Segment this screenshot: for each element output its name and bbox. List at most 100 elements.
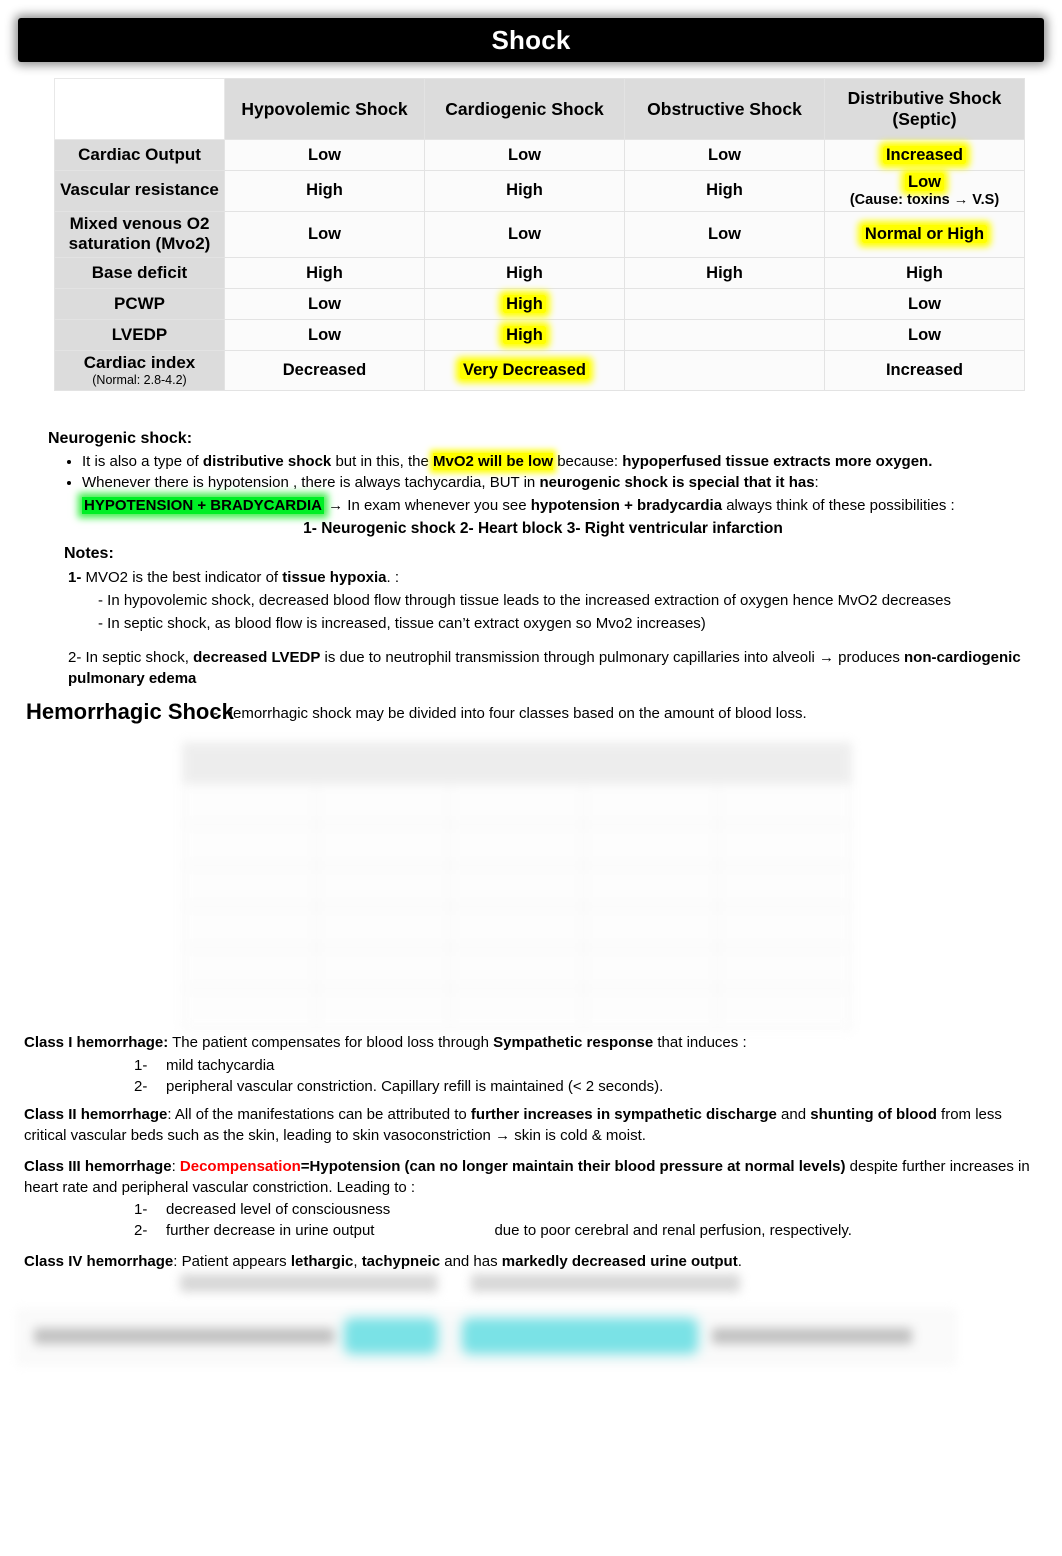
table-cell xyxy=(583,783,719,825)
table-cell xyxy=(315,824,451,866)
cell-pcwp-hypovolemic: Low xyxy=(224,288,425,321)
cell-cardiac-index-obstructive xyxy=(624,350,825,391)
table-cell xyxy=(717,783,852,825)
neurogenic-possibilities: 1- Neurogenic shock 2- Heart block 3- Ri… xyxy=(303,520,783,538)
cell-vascular-resistance-distributive: Low (Cause: toxins → V.S) xyxy=(824,170,1025,212)
table-cell xyxy=(717,865,852,907)
bullet1-part2: but in this, the xyxy=(331,452,434,470)
table-cell xyxy=(449,783,585,825)
neurogenic-shock-section: Neurogenic shock: It is also a type of d… xyxy=(48,428,1038,540)
column-header-cardiogenic: Cardiogenic Shock xyxy=(424,78,625,140)
row-label-mixed-venous-o2: Mixed venous O2 saturation (Mvo2) xyxy=(54,210,225,259)
table-cell xyxy=(449,824,585,866)
list-item: - In septic shock, as blood flow is incr… xyxy=(98,614,1044,634)
row-label-cardiac-output: Cardiac Output xyxy=(54,139,225,171)
row-label-lvedp: LVEDP xyxy=(54,319,225,352)
bullet1-bold2: hypoperfused tissue extracts more oxygen… xyxy=(622,452,933,470)
table-row: PCWP Low High Low xyxy=(54,288,1025,321)
cell-base-deficit-distributive: High xyxy=(824,257,1025,290)
class-1-item-2-num: 2- xyxy=(134,1077,148,1095)
class-4-text3: and has xyxy=(440,1253,502,1270)
hemorrhagic-shock-heading: Hemorrhagic Shock xyxy=(26,699,234,724)
table-header: Hypovolemic Shock Cardiogenic Shock Obst… xyxy=(54,78,1025,140)
note2-bold1: decreased LVEDP xyxy=(193,649,321,667)
row-label-vascular-resistance: Vascular resistance xyxy=(54,170,225,212)
table-row xyxy=(182,783,852,825)
table-body: Cardiac Output Low Low Low Increased Vas… xyxy=(54,139,1025,391)
blurred-text-left xyxy=(34,1328,334,1344)
cell-note-toxins: (Cause: toxins → V.S) xyxy=(849,192,1000,208)
arrow-icon: → xyxy=(328,497,344,515)
table-cell xyxy=(449,947,585,989)
bullet1-bold1: distributive shock xyxy=(202,452,332,470)
table-cell xyxy=(315,947,451,989)
class-1-item-1-num: 1- xyxy=(134,1056,148,1074)
hypotension-bradycardia-highlight: HYPOTENSION + BRADYCARDIA xyxy=(82,497,324,515)
cell-cardiac-output-obstructive: Low xyxy=(624,139,825,171)
table-cell xyxy=(315,906,451,948)
table-cell xyxy=(182,865,317,907)
row-label-cardiac-index-normal-range: (Normal: 2.8-4.2) xyxy=(92,372,187,387)
cell-mvo2-cardiogenic: Low xyxy=(424,210,625,259)
cell-pcwp-distributive: Low xyxy=(824,288,1025,321)
table-header-row: Hypovolemic Shock Cardiogenic Shock Obst… xyxy=(54,78,1025,140)
class-4-text2: , xyxy=(353,1253,362,1270)
column-header-distributive-line2: (Septic) xyxy=(892,109,957,129)
table-cell xyxy=(717,947,852,989)
list-item: 1- decreased level of consciousness xyxy=(134,1199,1038,1220)
cell-lvedp-hypovolemic: Low xyxy=(224,319,425,352)
blurred-text-line xyxy=(180,1274,740,1292)
page-title-banner: Shock xyxy=(18,18,1044,62)
list-item: 2- further decrease in urine output due to… xyxy=(134,1220,1038,1241)
green-line-bold1: hypotension + bradycardia xyxy=(530,497,723,515)
notes-heading: Notes: xyxy=(64,545,114,562)
class-3-item-2-text: further decrease in urine output xyxy=(166,1222,375,1240)
class-2-label: Class II hemorrhage xyxy=(24,1106,168,1123)
cell-base-deficit-cardiogenic: High xyxy=(424,257,625,290)
table-row: Cardiac Output Low Low Low Increased xyxy=(54,139,1025,171)
class-4-paragraph: Class IV hemorrhage: Patient appears let… xyxy=(24,1252,1038,1273)
class-4-label: Class IV hemorrhage xyxy=(24,1253,174,1270)
table-cell xyxy=(182,906,317,948)
class-3-bold1: (can no longer maintain their blood pres… xyxy=(404,1158,846,1175)
cell-lvedp-obstructive xyxy=(624,319,825,352)
note1-sub2: - In septic shock, as blood flow is incr… xyxy=(98,615,706,633)
green-line-part1: In exam whenever you see xyxy=(343,497,531,515)
cell-vascular-resistance-cardiogenic: High xyxy=(424,170,625,212)
cell-base-deficit-obstructive: High xyxy=(624,257,825,290)
class-3-item-1-text: decreased level of consciousness xyxy=(166,1201,391,1219)
cell-mvo2-obstructive: Low xyxy=(624,210,825,259)
cell-lvedp-distributive: Low xyxy=(824,319,1025,352)
class-2-text2: and xyxy=(776,1106,811,1123)
class-3-item-2-num: 2- xyxy=(134,1222,148,1240)
highlighted-value: Low xyxy=(905,173,944,191)
table-cell xyxy=(315,742,451,784)
class-3-item-1-num: 1- xyxy=(134,1201,148,1219)
class-3-label: Class III hemorrhage xyxy=(24,1158,172,1175)
cell-cardiac-index-hypovolemic: Decreased xyxy=(224,350,425,391)
list-item: 1- mild tachycardia xyxy=(134,1055,1038,1076)
bullet2-bold1: neurogenic shock is special that it has xyxy=(539,474,815,492)
cell-base-deficit-hypovolemic: High xyxy=(224,257,425,290)
table-row: Vascular resistance High High High Low (… xyxy=(54,170,1025,212)
row-label-base-deficit: Base deficit xyxy=(54,257,225,290)
table-cell xyxy=(315,783,451,825)
shock-comparison-table: Hypovolemic Shock Cardiogenic Shock Obst… xyxy=(54,78,1025,391)
table-row xyxy=(182,988,852,1030)
table-cell xyxy=(583,947,719,989)
green-line-part2: always think of these possibilities : xyxy=(722,497,955,515)
class-2-text1: : All of the manifestations can be attri… xyxy=(167,1106,471,1123)
cell-lvedp-cardiogenic: High xyxy=(424,319,625,352)
blurred-text-right xyxy=(712,1328,912,1344)
neurogenic-green-line: HYPOTENSION + BRADYCARDIA → In exam when… xyxy=(82,496,1038,516)
class-1-text2: that induces : xyxy=(653,1034,747,1051)
table-row xyxy=(182,906,852,948)
neurogenic-shock-heading: Neurogenic shock: xyxy=(48,430,193,447)
class-3-item-2-tail: due to poor cerebral and renal perfusion… xyxy=(494,1222,852,1240)
cell-cardiac-index-distributive: Increased xyxy=(824,350,1025,391)
class-1-paragraph: Class I hemorrhage: The patient compensa… xyxy=(24,1033,1038,1097)
table-cell xyxy=(182,783,317,825)
table-cell xyxy=(449,906,585,948)
table-cell xyxy=(717,742,852,784)
notes-list: 1- MVO2 is the best indicator of tissue … xyxy=(64,568,1044,689)
